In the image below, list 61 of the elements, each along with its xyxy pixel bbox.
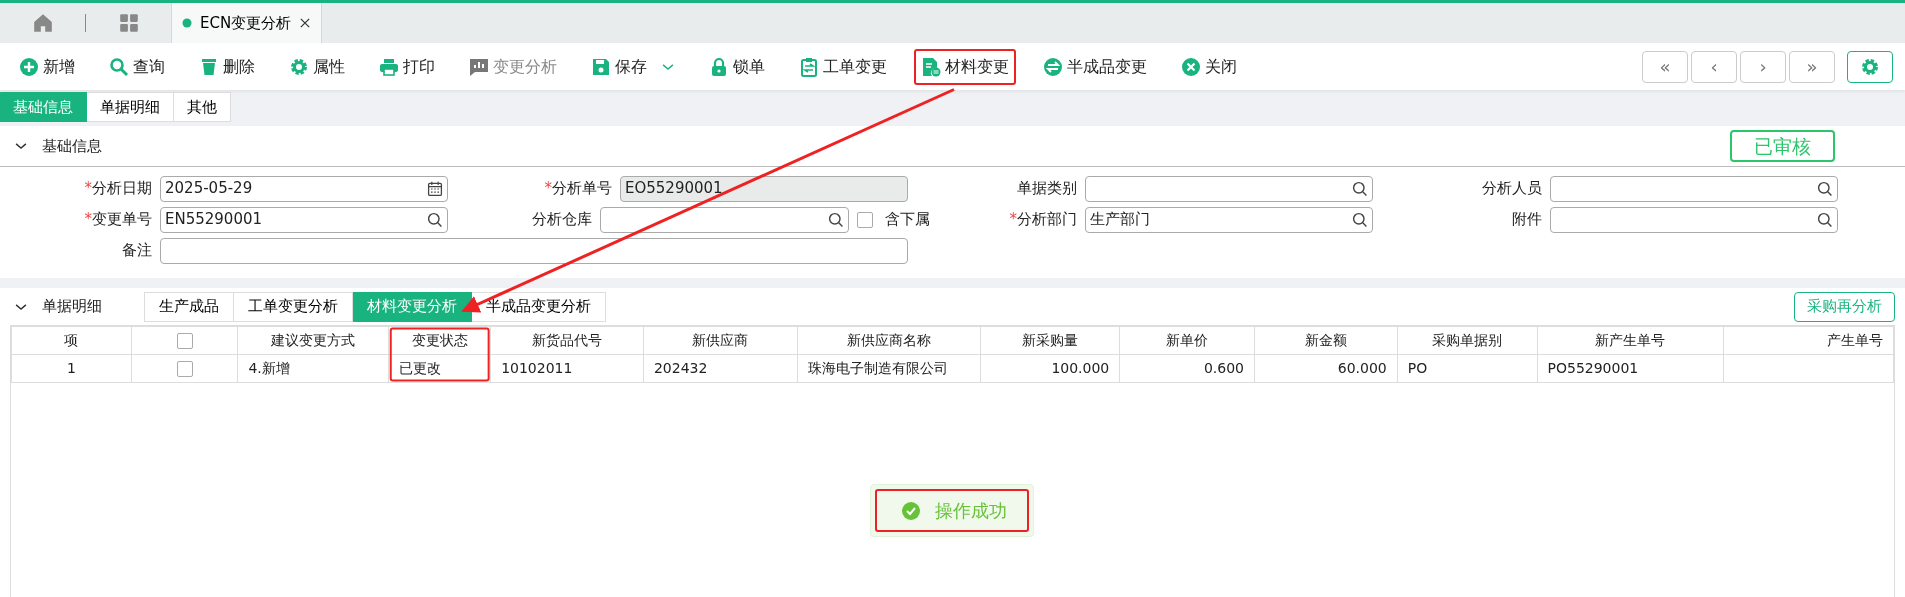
column-header: 采购单据别 [1397, 326, 1538, 355]
field-label: 分析人员 [1481, 178, 1543, 200]
field-label: *分析单号 [543, 178, 613, 200]
column-header: 项 [11, 326, 132, 355]
pager-button[interactable]: › [1740, 50, 1786, 83]
column-header: 新产生单号 [1537, 326, 1724, 355]
column-header: 新供应商名称 [797, 326, 980, 355]
toolbar-button[interactable]: 属性 [282, 48, 352, 85]
table-cell: 100.000 [980, 354, 1120, 383]
table-cell: 珠海电子制造有限公司 [797, 354, 980, 383]
column-header: 新金额 [1254, 326, 1398, 355]
input-field[interactable]: EN55290001 [160, 206, 448, 233]
toolbar-button[interactable]: 删除 [192, 48, 262, 85]
toolbar-button[interactable]: 保存 [584, 48, 682, 85]
toolbar-button[interactable]: 新增 [12, 48, 82, 85]
table-cell: PO55290001 [1537, 354, 1724, 383]
input-field[interactable]: EO55290001 [620, 175, 908, 202]
table-cell: 4.新增 [237, 354, 389, 383]
column-header: 新采购量 [980, 326, 1120, 355]
table-cell: 10102011 [490, 354, 644, 383]
column-header: 新供应商 [643, 326, 798, 355]
toast-message: 操作成功 [935, 499, 1007, 523]
table-cell: PO [1397, 354, 1538, 383]
column-header: 产生单号 [1723, 326, 1894, 355]
column-header: 新单价 [1119, 326, 1255, 355]
table-cell: 60.000 [1254, 354, 1398, 383]
table-cell: 已更改 [388, 354, 491, 383]
field-label: 分析仓库 [530, 209, 593, 231]
toolbar-button[interactable]: 查询 [102, 48, 172, 85]
table-cell: 202432 [643, 354, 798, 383]
pager-button[interactable]: ‹ [1691, 50, 1737, 83]
status-badge: 已审核 [1730, 130, 1835, 162]
field-label: 附件 [1511, 209, 1543, 231]
column-header: 新货品代号 [490, 326, 644, 355]
section-title: 单据明细 [42, 296, 102, 318]
field-label: *分析日期 [83, 178, 153, 200]
toolbar-button[interactable]: 材料变更 [914, 48, 1016, 85]
tab[interactable]: 半成品变更分析 [472, 291, 606, 322]
field-label: 单据类别 [1016, 178, 1078, 200]
toolbar-button[interactable]: 半成品变更 [1036, 48, 1154, 85]
pager-button[interactable]: « [1642, 50, 1688, 83]
toolbar-button[interactable]: 锁单 [702, 48, 772, 85]
section-title: 基础信息 [42, 135, 102, 157]
field-label: *变更单号 [83, 209, 153, 231]
tab[interactable]: 工单变更分析 [234, 291, 353, 322]
toolbar-button[interactable]: 打印 [372, 48, 442, 85]
toolbar-button[interactable]: 工单变更 [792, 48, 894, 85]
tab[interactable]: ECN变更分析 [171, 3, 323, 43]
pager-button[interactable]: » [1789, 50, 1835, 83]
tab[interactable]: 生产成品 [144, 291, 234, 322]
tab[interactable]: 其他 [174, 92, 231, 122]
input-field[interactable]: 生产部门 [1085, 206, 1373, 233]
table-cell: 0.600 [1119, 354, 1255, 383]
field-label: *分析部门 [1008, 209, 1078, 231]
date-field[interactable]: 2025-05-29 [160, 175, 448, 202]
column-header: 建议变更方式 [237, 326, 389, 355]
checkbox-label: 含下属 [885, 209, 930, 231]
toolbar-button[interactable]: 关闭 [1174, 48, 1244, 85]
tab[interactable]: 单据明细 [87, 92, 174, 122]
field-label: 备注 [121, 240, 153, 262]
table-cell: 1 [11, 354, 132, 383]
